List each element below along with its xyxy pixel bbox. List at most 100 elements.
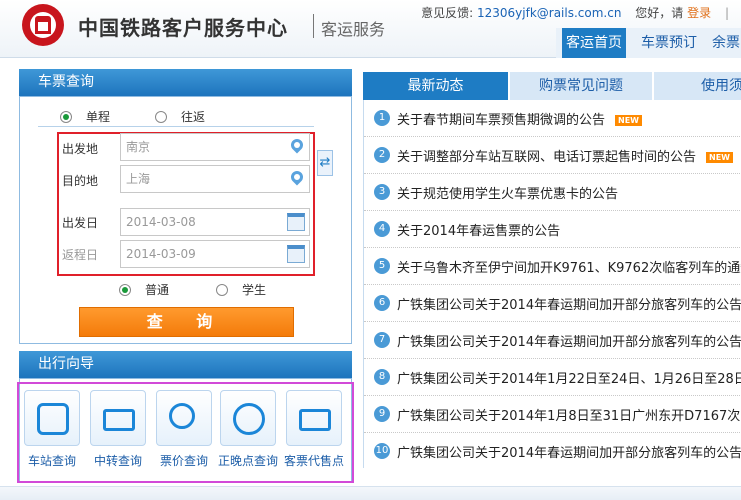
list-item[interactable]: 5 关于乌鲁木齐至伊宁间加开K9761、K9762次临客列车的通知 [364, 248, 741, 285]
list-item[interactable]: 9 广铁集团公司关于2014年1月8日至31日广州东开D7167次 [364, 396, 741, 433]
list-item[interactable]: 2 关于调整部分车站互联网、电话订票起售时间的公告 NEW [364, 137, 741, 174]
from-label: 出发地 [62, 142, 99, 156]
trip-type-round-trip-label: 往返 [181, 110, 206, 124]
location-pin-icon[interactable] [288, 136, 306, 154]
title-divider [313, 14, 314, 38]
item-number-badge: 4 [374, 221, 390, 237]
site-title: 中国铁路客户服务中心 [78, 16, 288, 40]
ticket-agency-icon [286, 390, 342, 446]
news-title-link[interactable]: 广铁集团公司关于2014年1月8日至31日广州东开D7167次 [397, 405, 740, 424]
news-title-link[interactable]: 关于调整部分车站互联网、电话订票起售时间的公告 NEW [397, 146, 733, 165]
guide-transfer-query-label: 中转查询 [93, 454, 142, 468]
item-number-badge: 2 [374, 147, 390, 163]
list-item[interactable]: 7 广铁集团公司关于2014年春运期间加开部分旅客列车的公告 [364, 322, 741, 359]
item-number-badge: 5 [374, 258, 390, 274]
depart-date-value: 2014-03-08 [126, 215, 196, 229]
ticket-query-header: 车票查询 [19, 69, 352, 96]
list-item[interactable]: 8 广铁集团公司关于2014年1月22日至24日、1月26日至28日 [364, 359, 741, 396]
greeting-text: 您好，请 [635, 6, 684, 20]
radio-unchecked-icon [155, 110, 167, 123]
news-title-link[interactable]: 关于乌鲁木齐至伊宁间加开K9761、K9762次临客列车的通知 [397, 257, 741, 276]
search-button[interactable]: 查 询 [79, 307, 294, 337]
item-number-badge: 9 [374, 406, 390, 422]
feedback-email-link[interactable]: 12306yjfk@rails.com.cn [477, 6, 621, 20]
tab-usage-notes[interactable]: 使用须 [701, 72, 741, 100]
top-bar: 意见反馈: 12306yjfk@rails.com.cn 您好，请 登录 | [421, 4, 729, 21]
return-date-input[interactable]: 2014-03-09 [120, 240, 310, 268]
guide-agency-query[interactable]: 客票代售点 [284, 390, 344, 469]
from-station-value: 南京 [126, 140, 151, 154]
passenger-type-student[interactable]: 学生 [216, 281, 266, 298]
radio-unchecked-icon [216, 283, 228, 296]
nav-ticket-booking[interactable]: 车票预订 [636, 28, 702, 58]
return-date-value: 2014-03-09 [126, 247, 196, 261]
guide-fare-query-label: 票价查询 [159, 454, 208, 468]
news-title-link[interactable]: 关于2014年春运售票的公告 [397, 220, 560, 239]
trip-type-one-way[interactable]: 单程 [60, 108, 110, 125]
item-number-badge: 6 [374, 295, 390, 311]
new-badge: NEW [615, 115, 642, 126]
guide-transfer-query[interactable]: 中转查询 [88, 390, 148, 469]
item-number-badge: 8 [374, 369, 390, 385]
list-item[interactable]: 10 广铁集团公司关于2014年春运期间加开部分旅客列车的公告 [364, 433, 741, 468]
passenger-type-adult-label: 普通 [145, 283, 170, 297]
tab-divider [652, 72, 654, 100]
trip-type-round-trip[interactable]: 往返 [155, 108, 205, 125]
travel-guide-header: 出行向导 [19, 351, 352, 378]
footer-strip [0, 486, 741, 500]
news-title-link[interactable]: 关于春节期间车票预售期微调的公告 NEW [397, 109, 642, 128]
from-station-input[interactable]: 南京 [120, 133, 310, 161]
station-icon [24, 390, 80, 446]
list-item[interactable]: 3 关于规范使用学生火车票优惠卡的公告 [364, 174, 741, 211]
to-station-value: 上海 [126, 172, 151, 186]
to-station-input[interactable]: 上海 [120, 165, 310, 193]
guide-agency-query-label: 客票代售点 [284, 454, 345, 468]
depart-date-label: 出发日 [62, 216, 99, 230]
trip-type-divider [38, 126, 314, 127]
guide-station-query[interactable]: 车站查询 [22, 390, 82, 469]
site-subtitle: 客运服务 [321, 20, 386, 39]
list-item[interactable]: 4 关于2014年春运售票的公告 [364, 211, 741, 248]
transfer-icon [90, 390, 146, 446]
nav-home[interactable]: 客运首页 [562, 28, 626, 58]
passenger-type-adult[interactable]: 普通 [119, 281, 169, 298]
swap-stations-icon[interactable]: ⇄ [317, 150, 333, 176]
guide-delay-query[interactable]: 正晚点查询 [218, 390, 278, 469]
item-number-badge: 1 [374, 110, 390, 126]
guide-delay-query-label: 正晚点查询 [218, 454, 279, 468]
news-title-link[interactable]: 广铁集团公司关于2014年春运期间加开部分旅客列车的公告 [397, 294, 741, 313]
depart-date-input[interactable]: 2014-03-08 [120, 208, 310, 236]
return-date-label: 返程日 [62, 248, 99, 262]
news-list: 1 关于春节期间车票预售期微调的公告 NEW 2 关于调整部分车站互联网、电话订票… [363, 100, 741, 468]
fare-search-icon [156, 390, 212, 446]
clock-icon [220, 390, 276, 446]
nav-remaining-tickets[interactable]: 余票 [712, 28, 741, 58]
trip-type-one-way-label: 单程 [86, 110, 111, 124]
radio-checked-icon [119, 283, 131, 296]
news-title-link[interactable]: 广铁集团公司关于2014年1月22日至24日、1月26日至28日 [397, 368, 741, 387]
calendar-icon[interactable] [287, 213, 305, 231]
railway-logo-icon[interactable] [22, 4, 64, 46]
main-nav: 客运首页 车票预订 余票 [556, 28, 741, 58]
news-title-link[interactable]: 广铁集团公司关于2014年春运期间加开部分旅客列车的公告 [397, 442, 741, 461]
calendar-icon[interactable] [287, 245, 305, 263]
to-label: 目的地 [62, 174, 99, 188]
list-item[interactable]: 1 关于春节期间车票预售期微调的公告 NEW [364, 100, 741, 137]
feedback-label: 意见反馈: [421, 6, 474, 20]
guide-fare-query[interactable]: 票价查询 [154, 390, 214, 469]
guide-station-query-label: 车站查询 [27, 454, 76, 468]
item-number-badge: 3 [374, 184, 390, 200]
top-bar-divider: | [724, 6, 729, 20]
item-number-badge: 10 [374, 443, 390, 459]
login-link[interactable]: 登录 [687, 6, 711, 20]
news-title-link[interactable]: 关于规范使用学生火车票优惠卡的公告 [397, 183, 618, 202]
tab-faq[interactable]: 购票常见问题 [510, 72, 652, 100]
site-header: 中国铁路客户服务中心 客运服务 意见反馈: 12306yjfk@rails.co… [0, 0, 741, 58]
tab-latest-news[interactable]: 最新动态 [363, 72, 508, 100]
new-badge: NEW [706, 152, 733, 163]
news-title-link[interactable]: 广铁集团公司关于2014年春运期间加开部分旅客列车的公告 [397, 331, 741, 350]
location-pin-icon[interactable] [288, 168, 306, 186]
radio-checked-icon [60, 110, 72, 123]
news-tabs: 最新动态 购票常见问题 使用须 [363, 72, 741, 100]
list-item[interactable]: 6 广铁集团公司关于2014年春运期间加开部分旅客列车的公告 [364, 285, 741, 322]
